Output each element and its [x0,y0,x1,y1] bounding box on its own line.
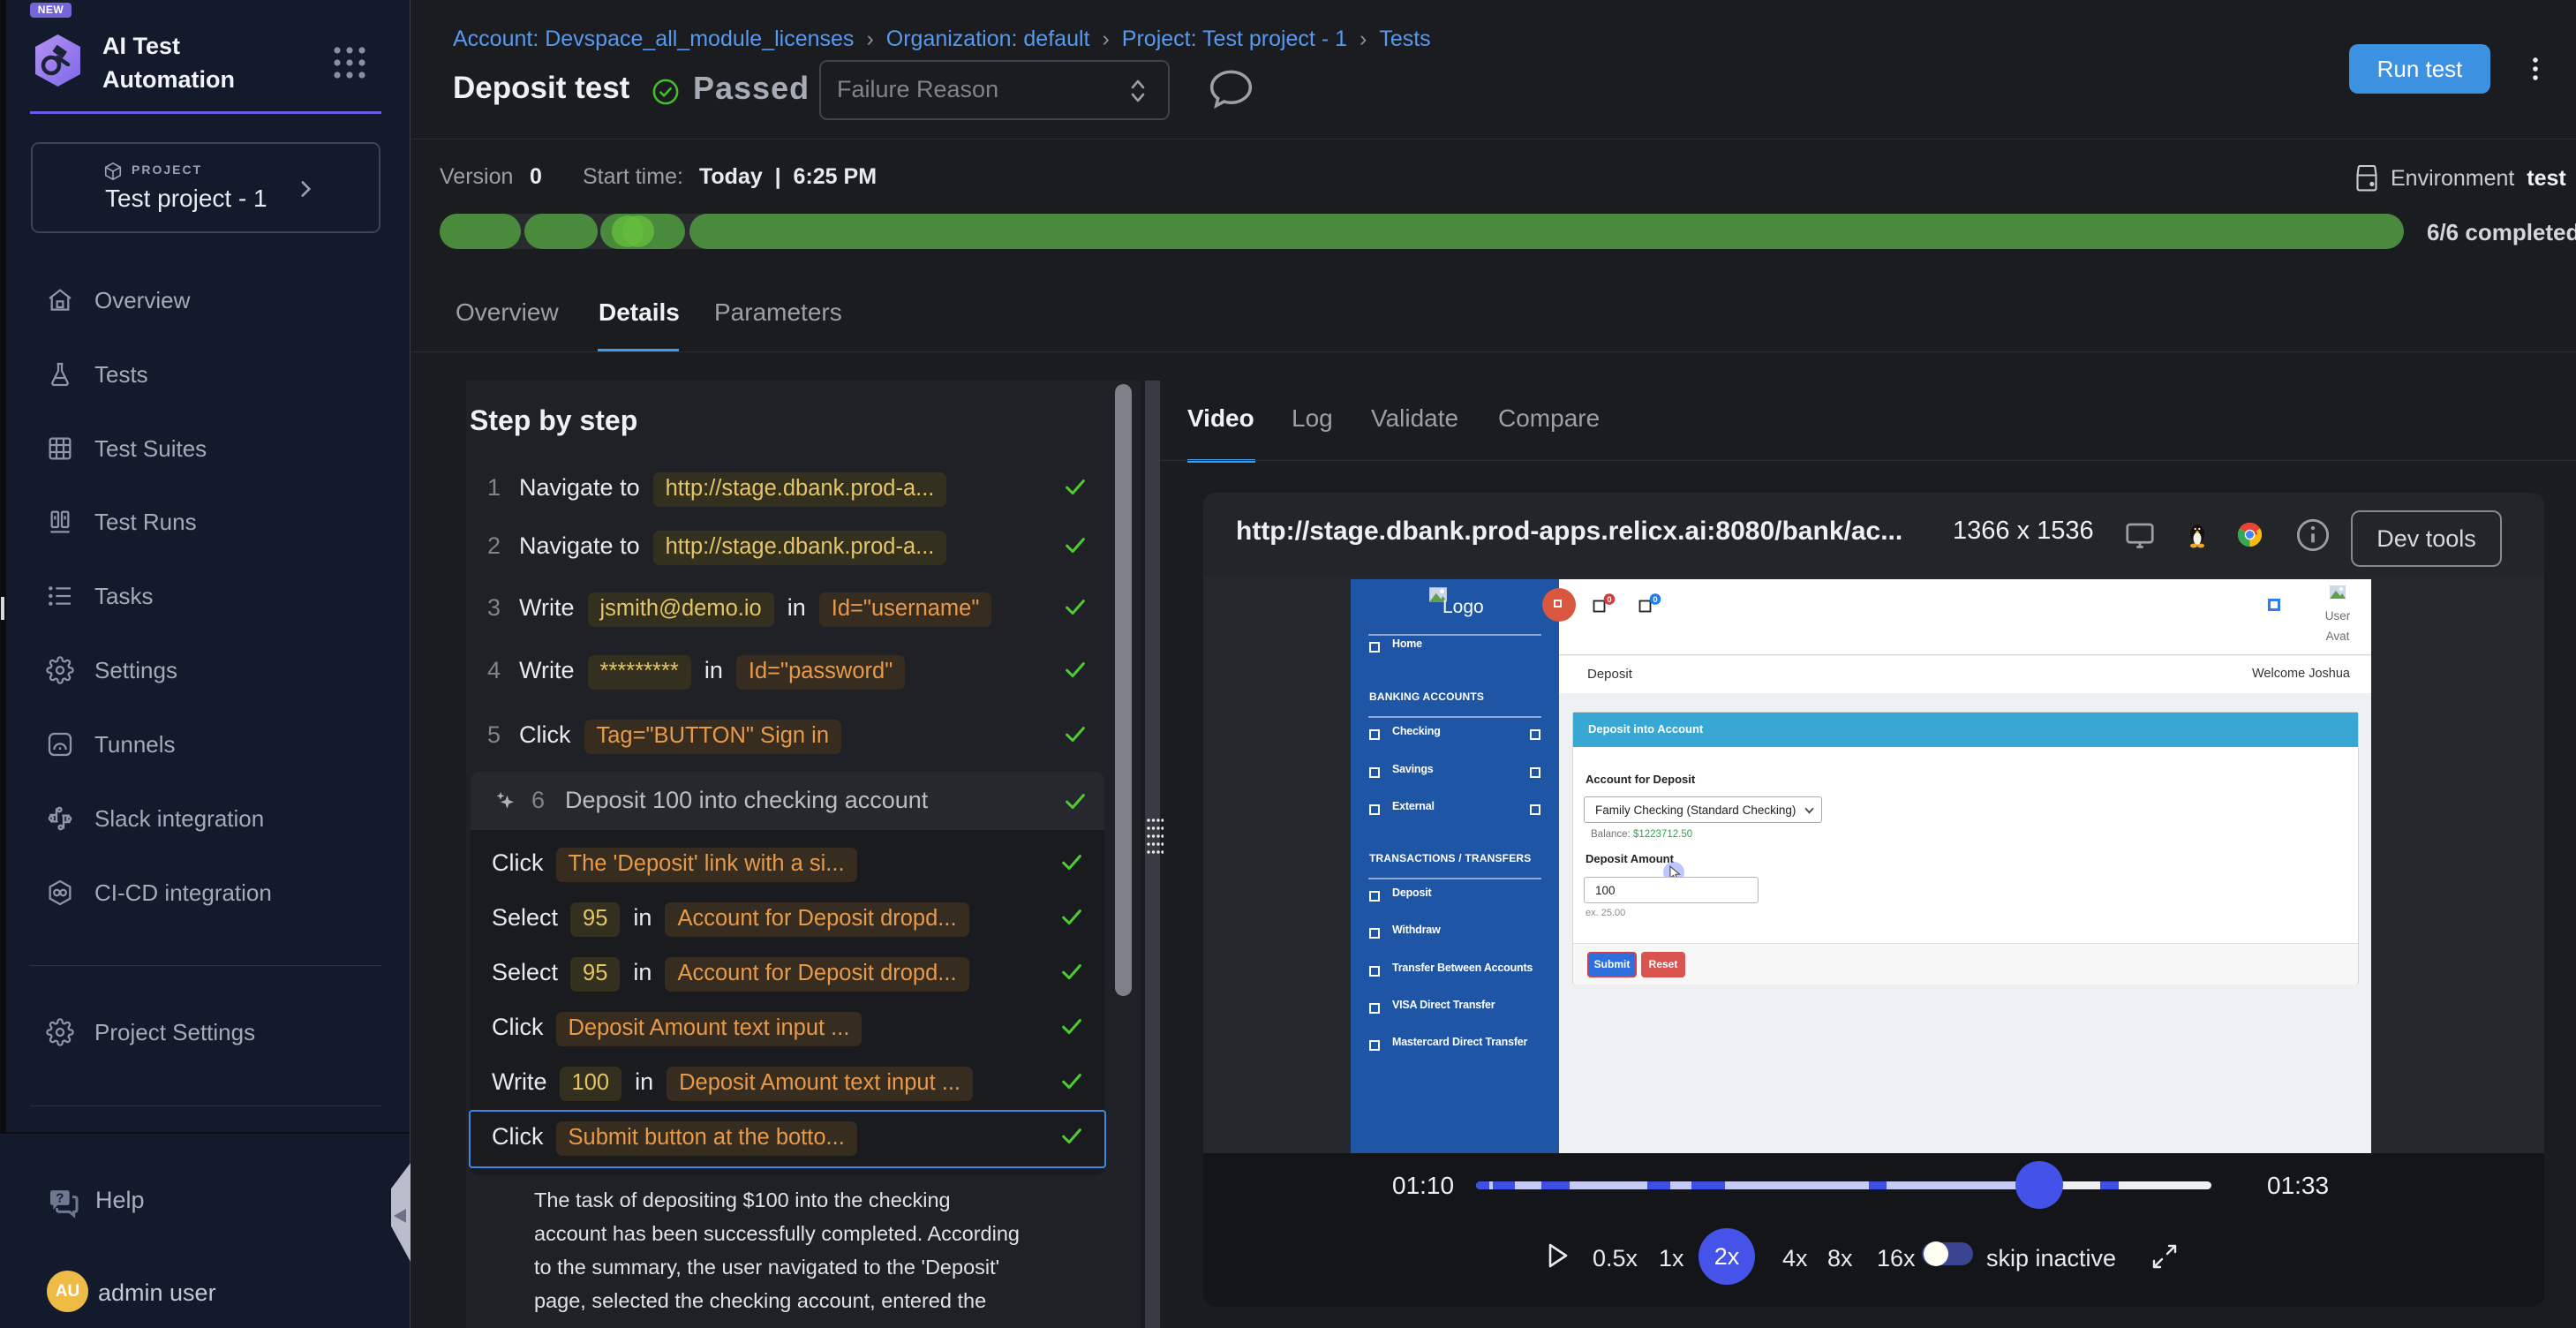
svg-text:0: 0 [1653,595,1657,605]
svg-text:0: 0 [1607,595,1611,605]
svg-text:?: ? [56,1191,64,1206]
